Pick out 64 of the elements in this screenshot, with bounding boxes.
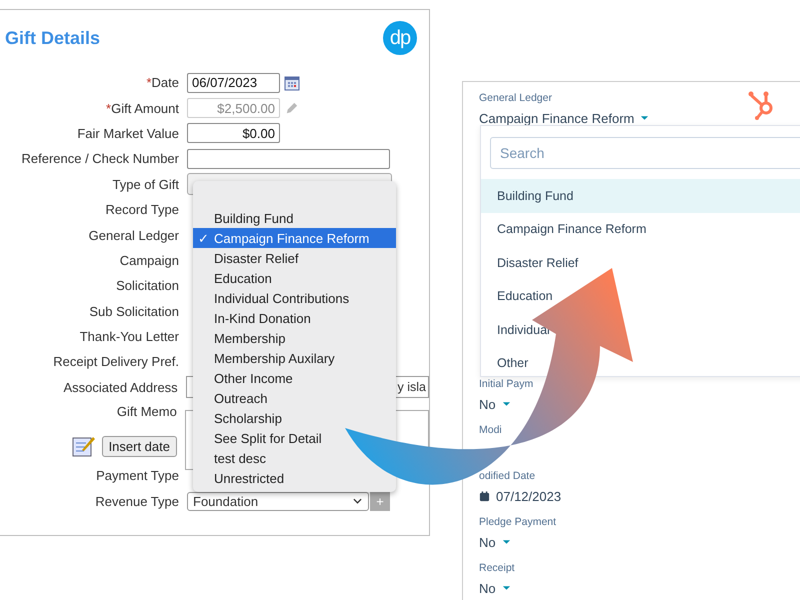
- field-label: Fair Market Value: [76, 126, 180, 141]
- menu-item[interactable]: Disaster Relief: [481, 246, 800, 280]
- caret-icon: [502, 401, 511, 407]
- field-label: Associated Address: [62, 380, 179, 395]
- field-label: Receipt: [479, 562, 515, 574]
- menu-item[interactable]: Campaign Finance Reform: [481, 212, 800, 246]
- notepad-icon[interactable]: [72, 434, 96, 458]
- field-label: *Gift Amount: [105, 100, 180, 116]
- menu-item[interactable]: Membership: [193, 328, 290, 348]
- menu-item[interactable]: Individual: [481, 313, 800, 346]
- menu-item[interactable]: Building Fund: [193, 208, 298, 228]
- search-field[interactable]: Search: [490, 137, 800, 169]
- amount-field: $2,500.00: [187, 98, 280, 118]
- field-label: Solicitation: [115, 278, 180, 294]
- field-label: Record Type: [104, 202, 180, 218]
- field-label: Initial Paym: [479, 378, 534, 390]
- input-field[interactable]: [187, 148, 390, 169]
- select-field[interactable]: No: [479, 396, 800, 412]
- caret-icon: [502, 585, 511, 591]
- select-field[interactable]: No: [479, 580, 800, 596]
- field-label: Pledge Payment: [479, 516, 556, 528]
- menu-item[interactable]: Education: [481, 280, 800, 313]
- menu-item[interactable]: In-Kind Donation: [193, 308, 315, 328]
- menu-item[interactable]: Outreach: [193, 388, 272, 408]
- caret-icon: [502, 539, 511, 545]
- menu-item[interactable]: Membership Auxilary: [193, 348, 339, 368]
- menu-item[interactable]: Unrestricted: [193, 468, 288, 488]
- calendar-icon[interactable]: [284, 74, 300, 91]
- menu-item[interactable]: Education: [193, 268, 276, 288]
- field-label: *Date: [145, 75, 180, 90]
- insert-date-button[interactable]: Insert date: [102, 436, 177, 457]
- field-label: General Ledger: [479, 92, 552, 104]
- form-title: Gift Details: [5, 28, 100, 48]
- field-label: Receipt Delivery Pref.: [52, 354, 180, 370]
- field-label: Thank-You Letter: [78, 329, 180, 344]
- field-label: Campaign: [118, 252, 180, 268]
- menu-item[interactable]: ✓ Campaign Finance Reform: [193, 228, 396, 248]
- field-label: Payment Type: [95, 468, 180, 484]
- field-label: Reference / Check Number: [20, 151, 180, 166]
- select-field[interactable]: No: [479, 534, 800, 550]
- menu-item[interactable]: Individual Contributions: [193, 288, 354, 308]
- menu-item[interactable]: test desc: [193, 448, 270, 468]
- menu-item[interactable]: Other: [481, 346, 800, 376]
- date-field[interactable]: 06/07/2023: [187, 72, 280, 93]
- field-label: General Ledger: [88, 228, 180, 243]
- field-label: Modi: [479, 424, 502, 436]
- calendar-icon: [479, 490, 490, 502]
- menu-item[interactable]: See Split for Detail: [193, 428, 326, 448]
- field-label: Revenue Type: [94, 494, 180, 509]
- logo-badge: dp: [383, 21, 417, 55]
- field-label: Sub Solicitation: [88, 304, 180, 319]
- caret-icon: [640, 115, 650, 121]
- select-field[interactable]: Campaign Finance Reform: [479, 110, 800, 126]
- select-field[interactable]: Foundation: [187, 492, 369, 511]
- chevron-icon: [353, 498, 362, 504]
- field-label: odified Date: [479, 470, 536, 482]
- amount-field[interactable]: $0.00: [187, 123, 280, 144]
- menu-item[interactable]: Other Income: [193, 368, 297, 388]
- field-label: Type of Gift: [112, 176, 180, 192]
- date-field[interactable]: 07/12/2023: [479, 488, 800, 504]
- menu-item[interactable]: Scholarship: [193, 408, 286, 428]
- menu-item[interactable]: Disaster Relief: [193, 248, 303, 268]
- field-label: Gift Memo: [116, 404, 178, 420]
- menu-item[interactable]: Building Fund: [481, 179, 800, 212]
